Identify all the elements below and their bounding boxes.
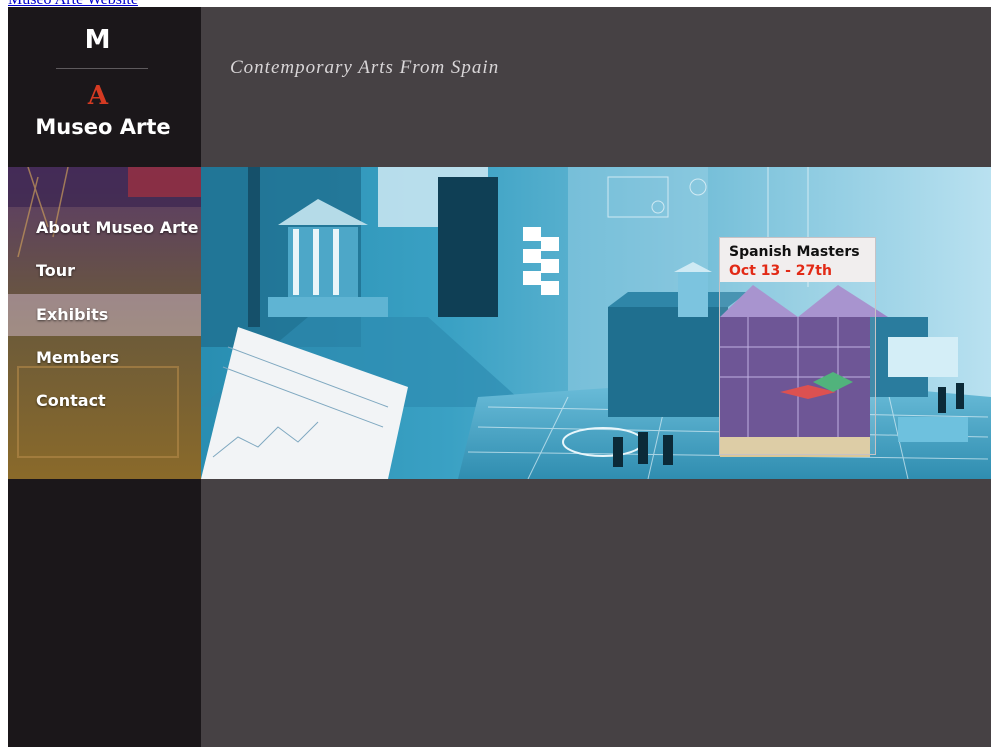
featured-exhibit-callout[interactable]: Spanish Masters Oct 13 - 27th xyxy=(719,237,876,455)
logo-divider xyxy=(56,68,148,69)
hero-banner: About Museo Arte Tour Exhibits Members C… xyxy=(8,167,991,479)
callout-header: Spanish Masters Oct 13 - 27th xyxy=(720,238,875,282)
nav-item-about[interactable]: About Museo Arte xyxy=(8,207,201,249)
featured-exhibit-dates: Oct 13 - 27th xyxy=(729,263,832,279)
logo-a-mark: A xyxy=(87,81,109,111)
tagline: Contemporary Arts From Spain xyxy=(230,57,500,78)
featured-exhibit-title: Spanish Masters xyxy=(729,244,860,260)
logo-mark[interactable]: M xyxy=(8,25,188,55)
nav-item-tour[interactable]: Tour xyxy=(8,250,201,292)
nav-item-members[interactable]: Members xyxy=(8,337,201,379)
nav-item-exhibits[interactable]: Exhibits xyxy=(8,294,201,336)
logo-name[interactable]: Museo Arte xyxy=(8,115,198,139)
main-nav: About Museo Arte Tour Exhibits Members C… xyxy=(8,167,201,479)
site-frame: M A Museo Arte Contemporary Arts From Sp… xyxy=(8,7,991,747)
nav-item-contact[interactable]: Contact xyxy=(8,380,201,422)
